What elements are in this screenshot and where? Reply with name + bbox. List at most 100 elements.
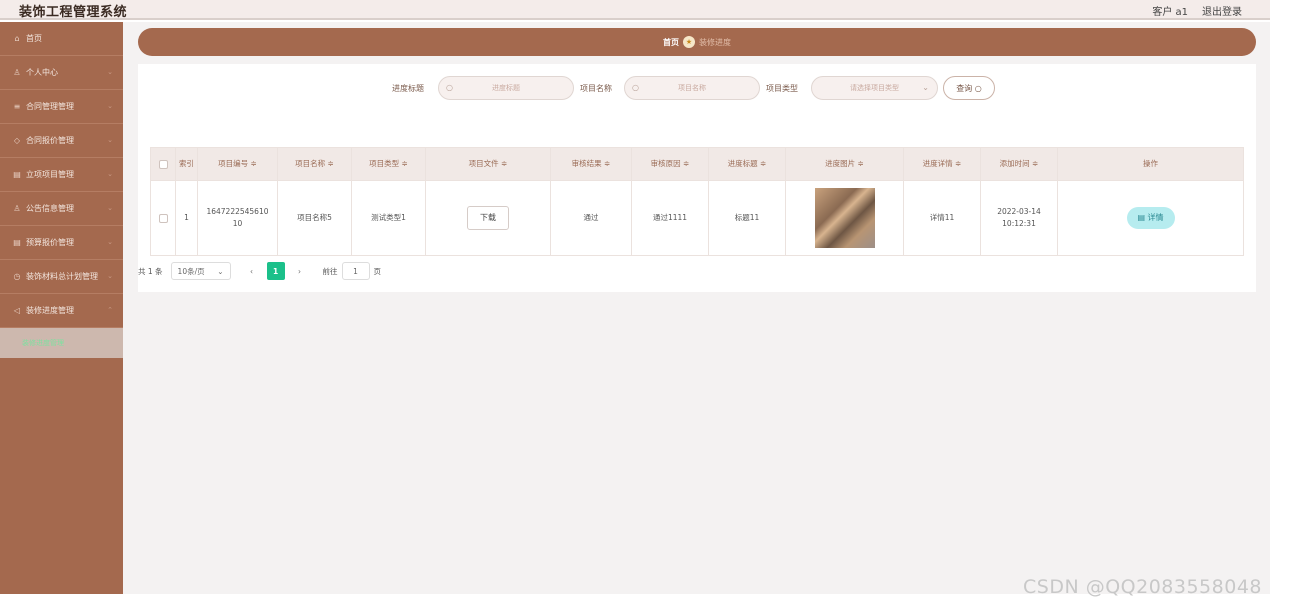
row-checkbox[interactable] <box>158 213 168 223</box>
search-icon: ○ <box>632 83 639 92</box>
sidebar-item-label: 装饰材料总计划管理 <box>26 272 98 281</box>
sidebar-item-contract[interactable]: ≡ 合同管理管理 ⌄ <box>0 90 123 124</box>
sidebar-item-label: 预算报价管理 <box>26 238 74 247</box>
review-reason-cell: 通过1111 <box>632 181 709 255</box>
main-content: 首页 ★ 装修进度 进度标题 ○ 进度标题 项目名称 ○ 项目名称 项目类型 请… <box>123 22 1270 594</box>
app-title: 装饰工程管理系统 <box>19 5 128 20</box>
page-size-select[interactable]: 10条/页 ⌄ <box>170 262 231 280</box>
title-label: 进度标题 <box>392 84 424 93</box>
sidebar-item-label: 装修进度管理 <box>26 306 74 315</box>
chevron-down-icon: ⌄ <box>217 266 224 276</box>
current-page[interactable]: 1 <box>266 262 285 280</box>
sidebar-item-personal[interactable]: ♙ 个人中心 ⌄ <box>0 56 123 90</box>
project-type-cell: 测试类型1 <box>352 181 426 255</box>
project-no-cell: 1647222545610 10 <box>198 181 278 255</box>
added-time-cell: 2022-03-14 10:12:31 <box>981 181 1058 255</box>
progress-title-cell: 标题11 <box>709 181 786 255</box>
header-cell[interactable]: 进度详情 ≑ <box>904 148 981 180</box>
header-cell[interactable]: 项目编号 ≑ <box>198 148 278 180</box>
home-icon: ⌂ <box>14 34 20 43</box>
send-icon: ◁ <box>13 306 21 315</box>
title-placeholder: 进度标题 <box>492 84 520 92</box>
review-result-cell: 通过 <box>551 181 632 255</box>
sidebar-item-label: 合同管理管理 <box>26 102 74 111</box>
next-page-button[interactable]: › <box>290 262 309 280</box>
header-cell[interactable]: 项目文件 ≑ <box>426 148 551 180</box>
content-panel: 进度标题 ○ 进度标题 项目名称 ○ 项目名称 项目类型 请选择项目类型 ⌄ 查… <box>138 64 1256 292</box>
select-all-checkbox[interactable] <box>158 159 168 169</box>
chevron-down-icon: ⌄ <box>107 204 113 212</box>
page-size-value: 10条/页 <box>177 266 205 276</box>
header-cell[interactable]: 进度图片 ≑ <box>786 148 904 180</box>
pagination: 共 1 条 10条/页 ⌄ ‹ 1 › 前往 1 页 <box>138 261 381 281</box>
sidebar-item-notice[interactable]: ♙ 公告信息管理 ⌄ <box>0 192 123 226</box>
sidebar-item-label: 个人中心 <box>26 68 58 77</box>
table-header: 索引 项目编号 ≑ 项目名称 ≑ 项目类型 ≑ 项目文件 ≑ 审核结果 ≑ 审核… <box>150 147 1244 181</box>
sidebar-item-budget[interactable]: ▤ 预算报价管理 ⌄ <box>0 226 123 260</box>
user-area: 客户 a1 退出登录 <box>1152 3 1242 18</box>
detail-button[interactable]: ▤ 详情 <box>1126 207 1175 229</box>
chevron-right-icon: › <box>298 266 302 276</box>
sidebar-subitem-progress[interactable]: 装修进度管理 <box>0 328 123 358</box>
user-icon: ♙ <box>13 68 21 77</box>
diamond-icon: ◇ <box>13 136 21 145</box>
header-cell[interactable]: 审核原因 ≑ <box>632 148 709 180</box>
sidebar-item-material[interactable]: ◷ 装饰材料总计划管理 ⌄ <box>0 260 123 294</box>
project-search-input[interactable]: ○ 项目名称 <box>624 76 760 100</box>
header-cell[interactable]: 项目类型 ≑ <box>352 148 426 180</box>
progress-image-cell <box>786 181 904 255</box>
user-name[interactable]: 客户 a1 <box>1152 3 1188 18</box>
prev-page-button[interactable]: ‹ <box>242 262 261 280</box>
row-select-cell <box>151 181 176 255</box>
header-cell[interactable]: 审核结果 ≑ <box>551 148 632 180</box>
project-file-cell: 下载 <box>426 181 551 255</box>
sidebar-item-home[interactable]: ⌂ 首页 <box>0 22 123 56</box>
chevron-up-icon: ⌃ <box>107 306 113 314</box>
type-label: 项目类型 <box>766 84 798 93</box>
document-icon: ▤ <box>13 170 21 179</box>
breadcrumb: 首页 ★ 装修进度 <box>138 28 1256 56</box>
progress-image[interactable] <box>814 188 875 248</box>
breadcrumb-home[interactable]: 首页 <box>663 37 679 48</box>
chevron-down-icon: ⌄ <box>922 83 929 92</box>
project-name-cell: 项目名称5 <box>278 181 352 255</box>
detail-label: 详情 <box>1147 213 1164 222</box>
query-label: 查询 <box>956 83 973 93</box>
sidebar-item-label: 合同报价管理 <box>26 136 74 145</box>
chevron-down-icon: ⌄ <box>107 170 113 178</box>
sidebar-item-label: 立项项目管理 <box>26 170 74 179</box>
sidebar-item-project[interactable]: ▤ 立项项目管理 ⌄ <box>0 158 123 192</box>
sidebar-item-label: 公告信息管理 <box>26 204 74 213</box>
page-unit: 页 <box>373 266 382 276</box>
chevron-down-icon: ⌄ <box>107 136 113 144</box>
type-select[interactable]: 请选择项目类型 ⌄ <box>811 76 938 100</box>
sidebar-item-contract-quote[interactable]: ◇ 合同报价管理 ⌄ <box>0 124 123 158</box>
list-icon: ≡ <box>13 102 21 111</box>
search-icon: ○ <box>974 83 982 93</box>
chevron-down-icon: ⌄ <box>107 102 113 110</box>
chevron-down-icon: ⌄ <box>107 68 113 76</box>
goto-input[interactable]: 1 <box>341 262 370 280</box>
logout-link[interactable]: 退出登录 <box>1202 3 1242 18</box>
query-button[interactable]: 查询 ○ <box>943 76 995 100</box>
index-cell: 1 <box>176 181 198 255</box>
sidebar: ⌂ 首页 ♙ 个人中心 ⌄ ≡ 合同管理管理 ⌄ ◇ 合同报价管理 ⌄ ▤ 立项项目管理 ⌄ ♙ 公… <box>0 22 123 594</box>
header-cell[interactable]: 进度标题 ≑ <box>709 148 786 180</box>
sidebar-item-label: 首页 <box>26 34 42 43</box>
progress-table: 索引 项目编号 ≑ 项目名称 ≑ 项目类型 ≑ 项目文件 ≑ 审核结果 ≑ 审核… <box>150 147 1244 256</box>
type-placeholder: 请选择项目类型 <box>850 84 899 92</box>
clock-icon: ◷ <box>13 272 21 281</box>
action-cell: ▤ 详情 <box>1058 181 1243 255</box>
chevron-left-icon: ‹ <box>250 266 254 276</box>
title-search-input[interactable]: ○ 进度标题 <box>438 76 574 100</box>
watermark: CSDN @QQ2083558048 <box>1023 576 1263 598</box>
header-cell: 操作 <box>1143 159 1158 168</box>
download-button[interactable]: 下载 <box>467 206 509 230</box>
header-cell[interactable]: 项目名称 ≑ <box>278 148 352 180</box>
user-icon: ♙ <box>13 204 21 213</box>
sidebar-item-progress[interactable]: ◁ 装修进度管理 ⌃ <box>0 294 123 328</box>
document-icon: ▤ <box>13 238 21 247</box>
table-row: 1 1647222545610 10 项目名称5 测试类型1 下载 通过 通过1… <box>150 181 1244 256</box>
header-cell: 索引 <box>176 148 198 180</box>
header-cell[interactable]: 添加时间 ≑ <box>981 148 1058 180</box>
